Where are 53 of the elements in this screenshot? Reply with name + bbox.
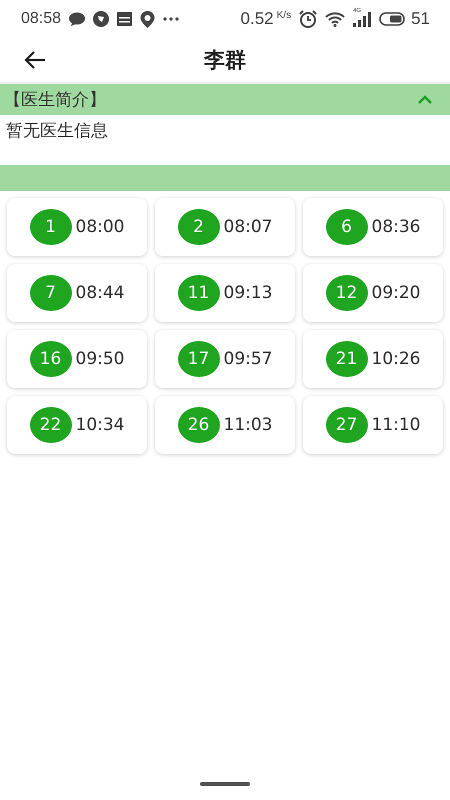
time-slot-card[interactable]: 17 09:57 (155, 330, 295, 388)
slot-time: 11:03 (224, 415, 272, 435)
slot-time: 08:36 (372, 217, 420, 237)
wifi-icon (325, 11, 346, 27)
queue-number-badge: 2 (178, 209, 220, 245)
time-slot-card[interactable]: 16 09:50 (7, 330, 147, 388)
news-icon (117, 12, 132, 26)
home-indicator[interactable] (200, 782, 250, 786)
more-icon (163, 17, 180, 21)
slot-time: 10:34 (76, 415, 124, 435)
queue-number-badge: 1 (30, 209, 72, 245)
time-slot-card[interactable]: 22 10:34 (7, 396, 147, 454)
slot-time: 08:07 (224, 217, 272, 237)
time-slot-card[interactable]: 6 08:36 (303, 198, 443, 256)
back-arrow-icon (24, 51, 46, 69)
status-time: 08:58 (21, 10, 62, 28)
queue-number-badge: 26 (178, 407, 220, 443)
slot-time: 09:20 (372, 283, 420, 303)
queue-number-badge: 6 (326, 209, 368, 245)
slot-time: 11:10 (372, 415, 420, 435)
slot-time: 08:00 (76, 217, 124, 237)
queue-number-badge: 22 (30, 407, 72, 443)
battery-level: 51 (411, 9, 430, 29)
doctor-name-title: 李群 (204, 48, 246, 72)
slot-time: 10:26 (372, 349, 420, 369)
alarm-clock-icon (299, 10, 318, 28)
queue-number-badge: 21 (326, 341, 368, 377)
time-slot-card[interactable]: 2 08:07 (155, 198, 295, 256)
queue-number-badge: 17 (178, 341, 220, 377)
queue-number-badge: 16 (30, 341, 72, 377)
doctor-info-text: 暂无医生信息 (5, 120, 109, 143)
time-slot-card[interactable]: 1 08:00 (7, 198, 147, 256)
time-slot-card[interactable]: 7 08:44 (7, 264, 147, 322)
queue-number-badge: 11 (178, 275, 220, 311)
slot-time: 09:57 (224, 349, 272, 369)
network-speed: 0.52 (240, 9, 274, 29)
time-slot-card[interactable]: 12 09:20 (303, 264, 443, 322)
speed-unit: K/s (276, 10, 292, 21)
time-slot-card[interactable]: 27 11:10 (303, 396, 443, 454)
section-title: 【医生简介】 (4, 89, 106, 111)
time-slot-card[interactable]: 11 09:13 (155, 264, 295, 322)
slot-time: 09:50 (76, 349, 124, 369)
signal-icon (353, 11, 372, 27)
chat-bubble-icon (69, 12, 86, 26)
battery-icon (379, 12, 406, 26)
queue-number-badge: 12 (326, 275, 368, 311)
queue-number-badge: 27 (326, 407, 368, 443)
slot-time: 08:44 (76, 283, 124, 303)
queue-number-badge: 7 (30, 275, 72, 311)
slot-time: 09:13 (224, 283, 272, 303)
map-pin-icon (140, 10, 156, 28)
time-slot-card[interactable]: 21 10:26 (303, 330, 443, 388)
time-slot-card[interactable]: 26 11:03 (155, 396, 295, 454)
